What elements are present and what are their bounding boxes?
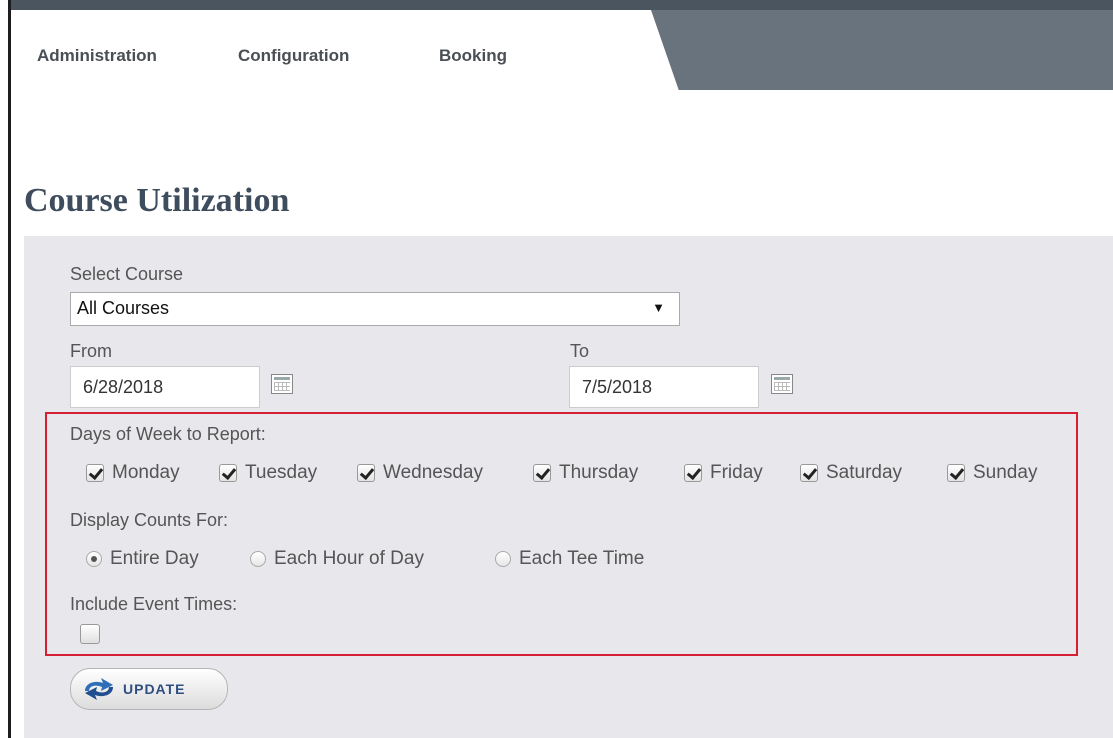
day-option-sunday[interactable]: Sunday (947, 462, 1037, 484)
saturday-checkbox[interactable] (800, 464, 818, 482)
tab-configuration[interactable]: Configuration (238, 46, 349, 66)
course-select[interactable]: All Courses ▼ (70, 292, 680, 326)
each-tee-time-radio[interactable] (495, 551, 511, 567)
tuesday-label: Tuesday (245, 462, 318, 483)
course-select-value: All Courses (77, 298, 170, 318)
monday-checkbox[interactable] (86, 464, 104, 482)
report-options-highlight (45, 412, 1078, 656)
monday-label: Monday (112, 462, 180, 483)
include-event-times-label: Include Event Times: (70, 594, 238, 614)
wednesday-checkbox[interactable] (357, 464, 375, 482)
each-hour-label: Each Hour of Day (274, 548, 424, 569)
each-hour-radio[interactable] (250, 551, 266, 567)
entire-day-radio[interactable] (86, 551, 102, 567)
sunday-label: Sunday (973, 462, 1038, 483)
day-option-thursday[interactable]: Thursday (533, 462, 638, 484)
count-option-entire-day[interactable]: Entire Day (86, 548, 199, 570)
day-option-wednesday[interactable]: Wednesday (357, 462, 483, 484)
friday-label: Friday (710, 462, 763, 483)
to-date-input[interactable]: 7/5/2018 (569, 366, 759, 408)
from-date-input[interactable]: 6/28/2018 (70, 366, 260, 408)
tab-booking[interactable]: Booking (439, 46, 507, 66)
saturday-label: Saturday (826, 462, 903, 483)
to-label: To (570, 341, 590, 361)
count-option-each-tee-time[interactable]: Each Tee Time (495, 548, 644, 570)
thursday-label: Thursday (559, 462, 639, 483)
day-option-friday[interactable]: Friday (684, 462, 763, 484)
dropdown-arrow-icon: ▼ (652, 300, 665, 315)
count-option-each-hour[interactable]: Each Hour of Day (250, 548, 424, 570)
wednesday-label: Wednesday (383, 462, 483, 483)
entire-day-label: Entire Day (110, 548, 199, 569)
days-of-week-label: Days of Week to Report: (70, 424, 266, 444)
top-nav: Administration Configuration Booking (11, 10, 1113, 92)
day-option-tuesday[interactable]: Tuesday (219, 462, 317, 484)
to-calendar-icon[interactable] (771, 374, 793, 394)
top-frame-bar (0, 0, 1113, 10)
from-calendar-icon[interactable] (271, 374, 293, 394)
nav-dark-region (651, 10, 1113, 90)
from-label: From (70, 341, 112, 361)
update-button[interactable]: UPDATE (70, 668, 228, 710)
select-course-label: Select Course (70, 264, 184, 284)
page-title: Course Utilization (24, 182, 290, 219)
display-counts-label: Display Counts For: (70, 510, 229, 530)
day-option-saturday[interactable]: Saturday (800, 462, 902, 484)
tab-administration[interactable]: Administration (37, 46, 157, 66)
tuesday-checkbox[interactable] (219, 464, 237, 482)
left-frame-border (0, 0, 11, 738)
thursday-checkbox[interactable] (533, 464, 551, 482)
sunday-checkbox[interactable] (947, 464, 965, 482)
refresh-icon (85, 678, 113, 700)
update-button-label: UPDATE (123, 681, 186, 697)
each-tee-time-label: Each Tee Time (519, 548, 645, 569)
friday-checkbox[interactable] (684, 464, 702, 482)
include-event-times-checkbox[interactable] (80, 624, 100, 644)
day-option-monday[interactable]: Monday (86, 462, 180, 484)
